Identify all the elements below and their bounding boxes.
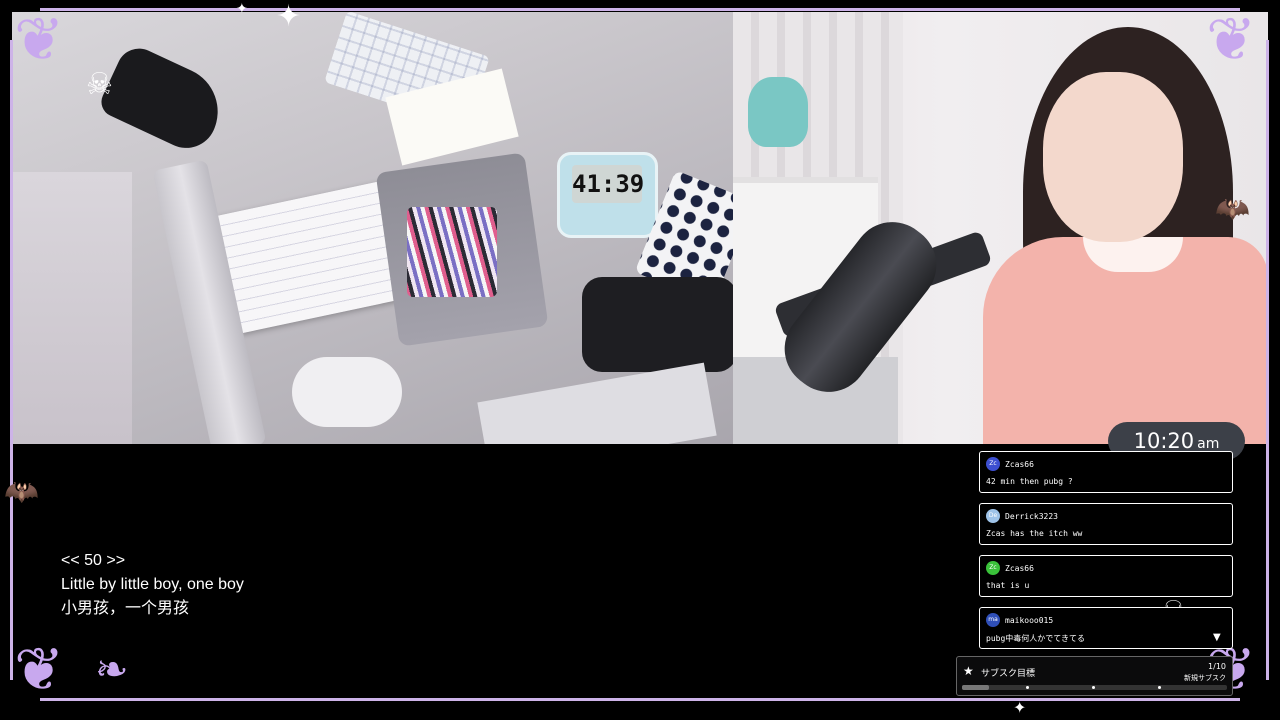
chat-message: Zc Zcas66 42 min then pubg ? [979, 451, 1233, 493]
chat-message: De Derrick3223 Zcas has the itch ww [979, 503, 1233, 545]
chat-username: Zcas66 [1005, 459, 1034, 469]
chat-text: 42 min then pubg ? [986, 477, 1073, 486]
sub-goal-subtitle: 新規サブスク [1184, 674, 1226, 682]
sparkle-icon: ✦ [236, 1, 248, 17]
subtitle-english: Little by little boy, one boy [61, 576, 244, 593]
chat-username: maikooo015 [1005, 615, 1054, 625]
sub-goal-progress-track [962, 685, 1227, 690]
corner-ornament-icon: ❦ [14, 635, 65, 705]
clock-time: 10:20 [1133, 429, 1195, 453]
sub-goal-progress-fill [962, 685, 989, 690]
computer-mouse [292, 357, 402, 427]
progress-marker [1091, 686, 1095, 689]
chat-message: Zc Zcas66 that is u [979, 555, 1233, 597]
chat-text: that is u [986, 581, 1030, 590]
desk-camera-view: 41:39 [12, 12, 733, 444]
pencils [407, 207, 497, 297]
subtitle-chinese: 小男孩，一个男孩 [61, 600, 190, 617]
bat-icon: 🦇 [4, 475, 39, 508]
frame-bottom [40, 698, 1240, 701]
corner-ornament-icon: ❦ [1206, 5, 1257, 75]
face-camera-view [733, 12, 1268, 444]
chat-message: ma maikooo015 pubg中毒何人かでてきてる [979, 607, 1233, 649]
sparkle-icon: ✦ [276, 0, 302, 34]
user-avatar: De [986, 509, 1000, 523]
black-cloth [582, 277, 733, 372]
swirl-ornament-icon: ❧ [95, 647, 129, 693]
plush-toy [748, 77, 808, 147]
subtitle-index: << 50 >> [61, 552, 126, 569]
chat-username: Zcas66 [1005, 563, 1034, 573]
chat-overlay: Zc Zcas66 42 min then pubg ? De Derrick3… [979, 451, 1233, 659]
skull-icon: ☠ [86, 67, 113, 102]
sub-goal-widget: ★ サブスク目標 1/10 新規サブスク [956, 656, 1233, 696]
star-icon: ★ [963, 664, 974, 678]
chat-text: pubg中毒何人かでてきてる [986, 634, 1086, 643]
chat-scroll-down-icon[interactable]: ▼ [1213, 632, 1221, 643]
corner-ornament-icon: ❦ [14, 5, 65, 75]
progress-marker [1158, 686, 1162, 689]
frame-top [40, 8, 1240, 11]
bat-icon: 🦇 [1215, 192, 1250, 225]
sparkle-icon: ✦ [1013, 698, 1027, 717]
clock-ampm: am [1197, 436, 1220, 452]
desk-lamp [96, 41, 233, 158]
sub-goal-count: 1/10 [1208, 662, 1226, 671]
user-avatar: Zc [986, 561, 1000, 575]
chat-text: Zcas has the itch ww [986, 529, 1083, 538]
sub-goal-title: サブスク目標 [981, 669, 1036, 679]
streamer-face [1043, 72, 1183, 242]
user-avatar: ma [986, 613, 1000, 627]
frame-right [1266, 40, 1269, 680]
subtitle-panel: << 50 >> Little by little boy, one boy 小… [61, 549, 244, 621]
frame-left [10, 40, 13, 680]
audio-mixer [477, 362, 717, 444]
chat-username: Derrick3223 [1005, 511, 1058, 521]
user-avatar: Zc [986, 457, 1000, 471]
timer-display: 41:39 [572, 165, 644, 203]
progress-marker [1025, 686, 1029, 689]
bed [12, 172, 132, 444]
study-timer: 41:39 [557, 152, 658, 238]
